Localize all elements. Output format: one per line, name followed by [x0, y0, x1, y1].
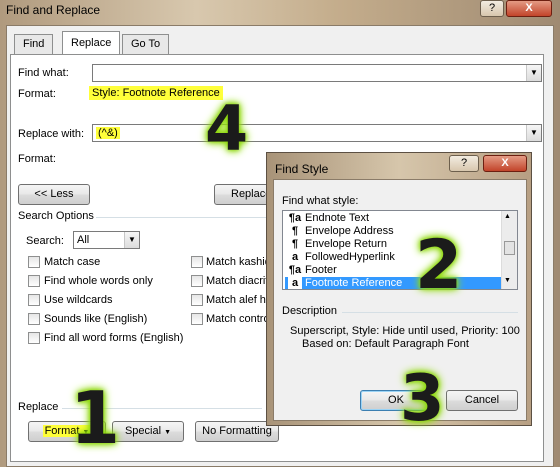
whole-words-label: Find whole words only: [44, 275, 153, 287]
find-what-label: Find what:: [18, 67, 69, 79]
match-case-checkbox[interactable]: [28, 256, 40, 268]
list-item-label: Footer: [305, 264, 337, 276]
cancel-button[interactable]: Cancel: [446, 390, 518, 411]
character-style-icon: a: [288, 277, 302, 289]
find-style-dialog: Find Style ? X Find what style: ¶a Endnot…: [266, 152, 532, 426]
annotation-number-2: 2: [415, 226, 463, 305]
close-button[interactable]: X: [506, 0, 552, 17]
replace-format-label: Format:: [18, 153, 56, 165]
search-direction-select[interactable]: All ▼: [73, 231, 140, 249]
find-what-input[interactable]: ▼: [92, 64, 542, 82]
divider: [342, 312, 518, 313]
match-alef-label: Match alef ha: [206, 294, 268, 306]
annotation-number-1: 1: [70, 376, 121, 460]
match-control-label: Match contro: [206, 313, 268, 325]
list-item-label: Envelope Return: [305, 238, 387, 250]
match-control-checkbox[interactable]: [191, 313, 203, 325]
list-item[interactable]: ¶ Envelope Address: [285, 225, 505, 238]
tab-goto-label: Go To: [131, 38, 161, 50]
list-item[interactable]: ¶a Footer: [285, 264, 505, 277]
find-format-value: Style: Footnote Reference: [89, 86, 223, 100]
list-item-selected[interactable]: a Footnote Reference: [285, 277, 505, 289]
list-item-label: Footnote Reference: [305, 277, 403, 289]
find-style-help-button[interactable]: ?: [449, 155, 479, 172]
replace-with-input[interactable]: (^&) ▼: [92, 124, 542, 142]
tab-replace[interactable]: Replace: [62, 31, 121, 55]
match-case-label: Match case: [44, 256, 101, 268]
window-title: Find and Replace: [6, 3, 101, 17]
annotation-number-4: 4: [205, 92, 249, 165]
description-line-2: Based on: Default Paragraph Font: [302, 338, 469, 350]
search-options-heading: Search Options: [18, 210, 94, 222]
wildcards-label: Use wildcards: [44, 294, 113, 306]
help-button[interactable]: ?: [480, 0, 504, 17]
description-heading: Description: [282, 305, 338, 317]
list-item-label: Endnote Text: [305, 212, 370, 224]
less-button[interactable]: << Less: [18, 184, 90, 205]
replace-button[interactable]: Replace: [214, 184, 270, 205]
list-item-label: FollowedHyperlink: [305, 251, 395, 263]
list-item[interactable]: a FollowedHyperlink: [285, 251, 505, 264]
paragraph-char-style-icon: ¶a: [288, 212, 302, 224]
find-format-label: Format:: [18, 88, 56, 100]
match-kashida-checkbox[interactable]: [191, 256, 203, 268]
replace-section-heading: Replace: [18, 401, 59, 413]
list-scrollbar[interactable]: ▲ ▼: [501, 211, 517, 289]
word-forms-checkbox[interactable]: [28, 332, 40, 344]
whole-words-checkbox[interactable]: [28, 275, 40, 287]
style-listbox[interactable]: ¶a Endnote Text ¶ Envelope Address ¶ Envelo…: [282, 210, 518, 290]
paragraph-style-icon: ¶: [291, 225, 299, 237]
tab-replace-label: Replace: [71, 37, 112, 49]
paragraph-style-icon: ¶: [291, 238, 299, 250]
scroll-thumb[interactable]: [504, 241, 515, 255]
search-direction-value: All: [77, 234, 90, 246]
find-style-title: Find Style: [275, 162, 329, 176]
list-item[interactable]: ¶a Endnote Text: [285, 212, 505, 225]
paragraph-char-style-icon: ¶a: [288, 264, 302, 276]
match-alef-checkbox[interactable]: [191, 294, 203, 306]
find-what-style-label: Find what style:: [282, 195, 359, 207]
match-diacritics-label: Match diacrit: [206, 275, 268, 287]
special-button[interactable]: Special ▼: [112, 421, 184, 442]
search-label: Search:: [26, 235, 64, 247]
scroll-down-icon[interactable]: ▼: [504, 277, 511, 284]
scroll-up-icon[interactable]: ▲: [504, 213, 511, 220]
chevron-down-icon[interactable]: ▼: [526, 65, 541, 81]
character-style-icon: a: [291, 251, 299, 263]
find-what-value: [93, 67, 96, 79]
sounds-like-label: Sounds like (English): [44, 313, 148, 325]
dropdown-arrow-icon: ▼: [164, 429, 172, 436]
description-line-1: Superscript, Style: Hide until used, Pri…: [290, 325, 520, 337]
tab-goto[interactable]: Go To: [122, 34, 170, 54]
sounds-like-checkbox[interactable]: [28, 313, 40, 325]
match-diacritics-checkbox[interactable]: [191, 275, 203, 287]
tab-find[interactable]: Find: [14, 34, 54, 54]
replace-with-value: (^&): [96, 127, 120, 139]
special-button-label: Special: [124, 425, 162, 437]
list-item-label: Envelope Address: [305, 225, 394, 237]
tab-find-label: Find: [23, 38, 45, 50]
replace-with-label: Replace with:: [18, 128, 85, 140]
divider: [96, 217, 266, 218]
chevron-down-icon[interactable]: ▼: [526, 125, 541, 141]
chevron-down-icon[interactable]: ▼: [124, 232, 139, 248]
find-style-close-button[interactable]: X: [483, 155, 527, 172]
wildcards-checkbox[interactable]: [28, 294, 40, 306]
list-item[interactable]: ¶ Envelope Return: [285, 238, 505, 251]
annotation-number-3: 3: [400, 362, 445, 436]
word-forms-label: Find all word forms (English): [44, 332, 184, 344]
match-kashida-label: Match kashid: [206, 256, 268, 268]
